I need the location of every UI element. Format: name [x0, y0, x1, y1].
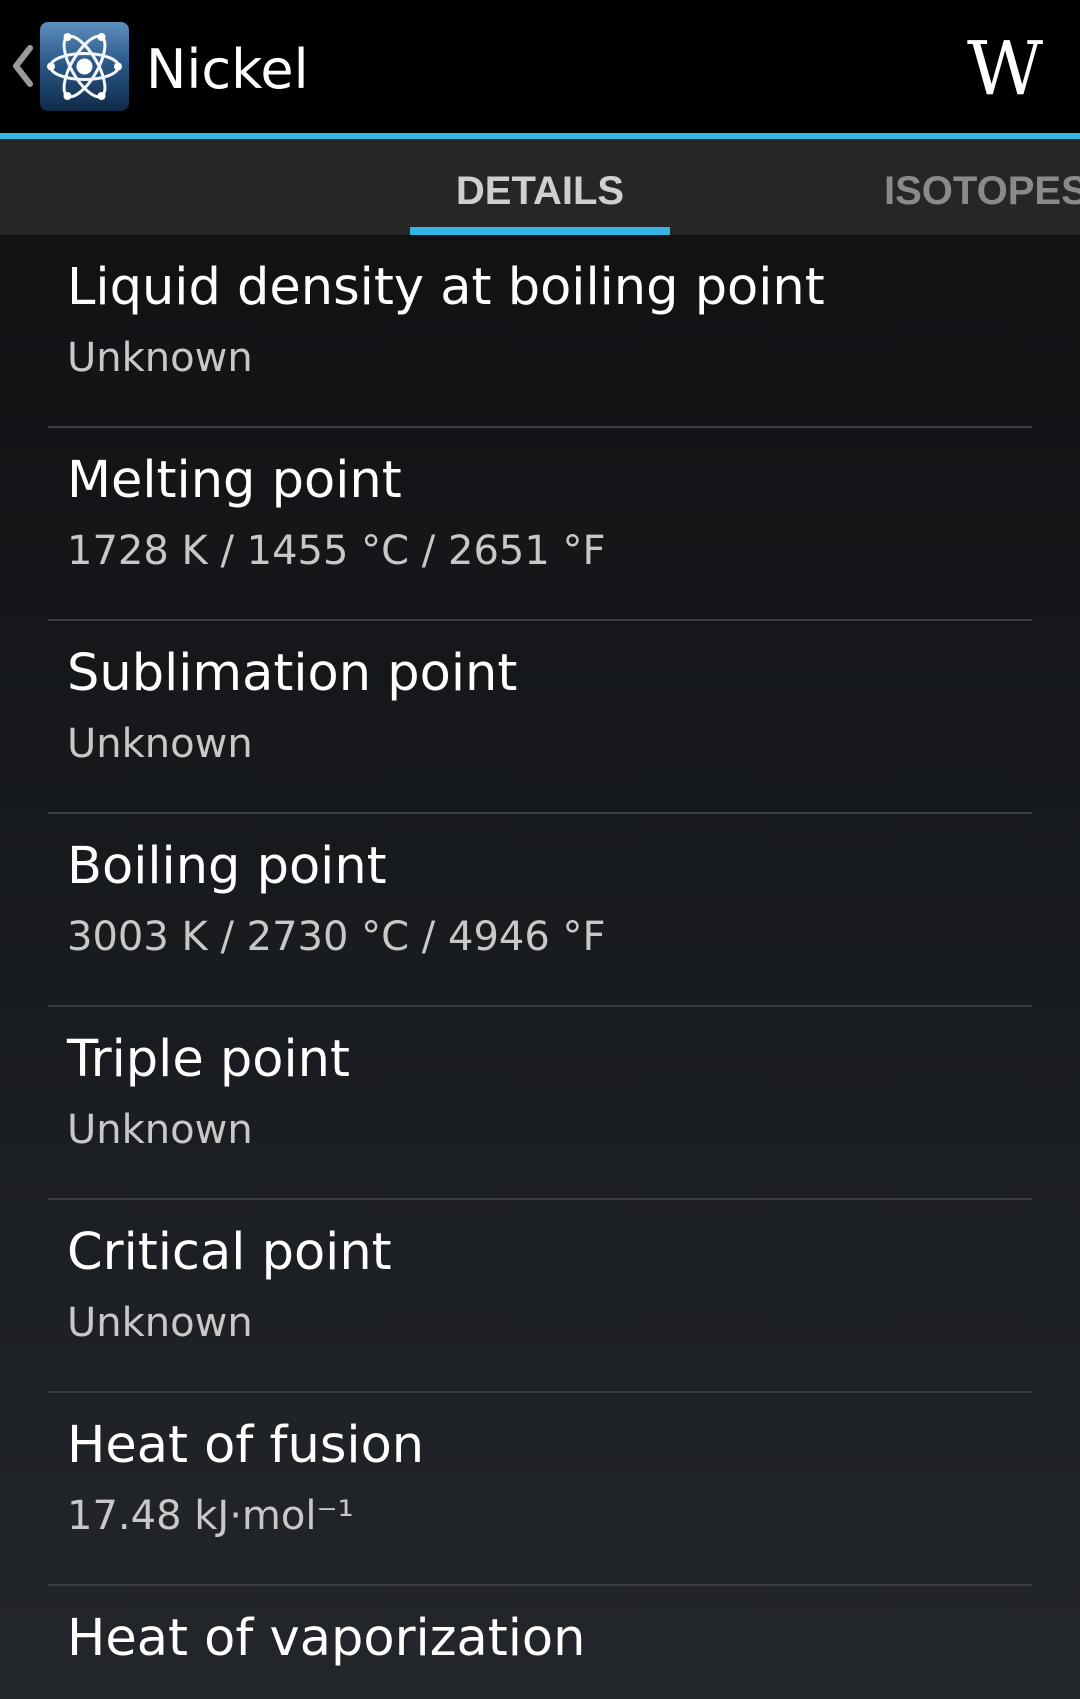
detail-row-sublimation-point[interactable]: Sublimation point Unknown	[48, 621, 1032, 814]
wikipedia-icon[interactable]: W	[950, 24, 1060, 114]
tab-isotopes[interactable]: ISOTOPES	[884, 139, 1080, 235]
action-bar: Nickel W	[0, 0, 1080, 133]
details-list-container[interactable]: Liquid density at boiling point Unknown …	[0, 235, 1080, 1699]
detail-label: Heat of fusion	[67, 1416, 425, 1475]
detail-row-heat-of-fusion[interactable]: Heat of fusion 17.48 kJ·mol⁻¹	[48, 1393, 1032, 1586]
detail-label: Melting point	[67, 451, 402, 510]
detail-row-boiling-point[interactable]: Boiling point 3003 K / 2730 °C / 4946 °F	[48, 814, 1032, 1007]
tab-details[interactable]: DETAILS	[410, 139, 670, 235]
detail-label: Liquid density at boiling point	[67, 258, 825, 317]
detail-row-heat-of-vaporization[interactable]: Heat of vaporization	[48, 1586, 1032, 1699]
tab-selected-indicator	[410, 227, 670, 235]
tab-strip: DETAILS ISOTOPES	[0, 139, 1080, 235]
detail-value: 1728 K / 1455 °C / 2651 °F	[67, 528, 606, 574]
detail-label: Heat of vaporization	[67, 1609, 586, 1668]
detail-row-liquid-density[interactable]: Liquid density at boiling point Unknown	[48, 235, 1032, 428]
atom-icon[interactable]	[40, 22, 129, 111]
detail-value: 3003 K / 2730 °C / 4946 °F	[67, 914, 606, 960]
detail-row-triple-point[interactable]: Triple point Unknown	[48, 1007, 1032, 1200]
chevron-left-icon[interactable]	[10, 44, 34, 88]
detail-row-melting-point[interactable]: Melting point 1728 K / 1455 °C / 2651 °F	[48, 428, 1032, 621]
details-list: Liquid density at boiling point Unknown …	[0, 235, 1080, 1699]
detail-label: Triple point	[67, 1030, 350, 1089]
detail-label: Boiling point	[67, 837, 387, 896]
detail-label: Critical point	[67, 1223, 392, 1282]
detail-value: Unknown	[67, 335, 253, 381]
detail-value: Unknown	[67, 1300, 253, 1346]
detail-value: Unknown	[67, 1107, 253, 1153]
detail-value: Unknown	[67, 721, 253, 767]
detail-row-critical-point[interactable]: Critical point Unknown	[48, 1200, 1032, 1393]
detail-value: 17.48 kJ·mol⁻¹	[67, 1493, 354, 1539]
page-title: Nickel	[146, 38, 309, 101]
detail-label: Sublimation point	[67, 644, 518, 703]
